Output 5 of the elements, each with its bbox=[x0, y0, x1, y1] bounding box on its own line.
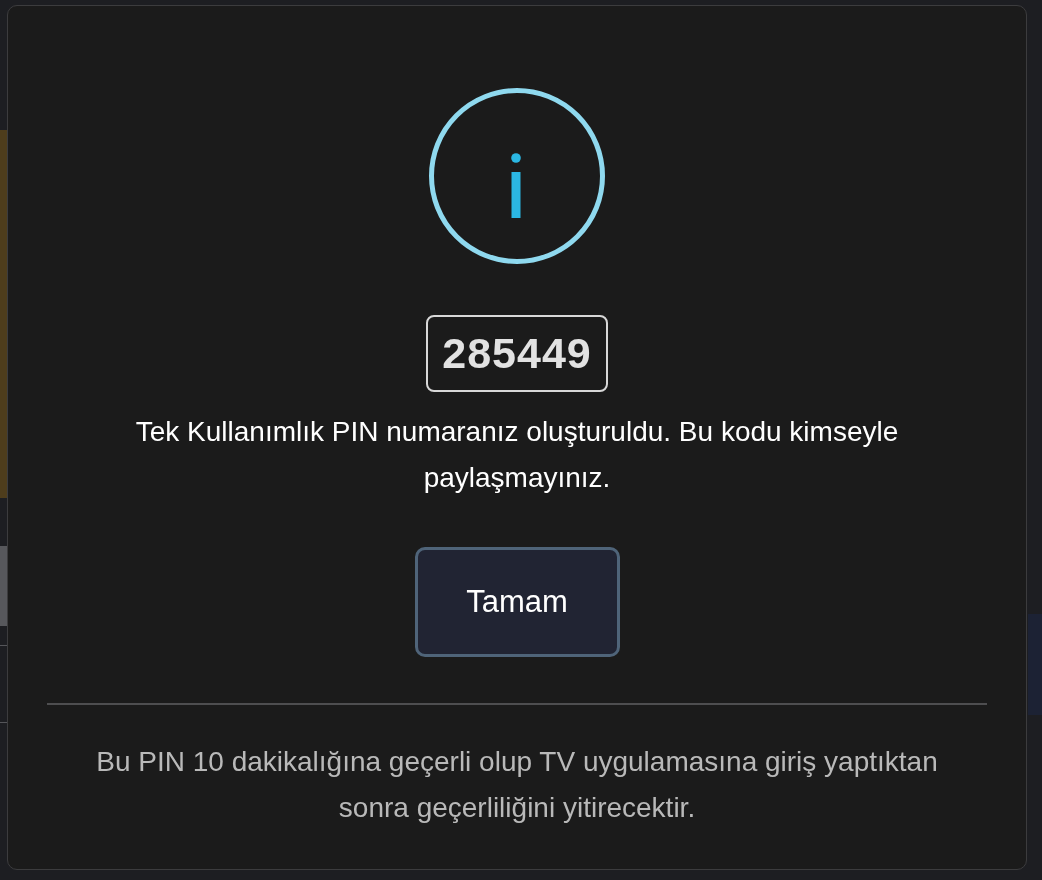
pin-code: 285449 bbox=[426, 315, 608, 392]
note-text: Bu PIN 10 dakikalığına geçerli olup TV uygulamasına giriş yaptıktan sonra geçerliliğini yitirecektir. bbox=[95, 745, 939, 825]
ok-button[interactable]: Tamam bbox=[414, 547, 620, 657]
info-icon bbox=[429, 88, 605, 264]
message-text: Tek Kullanımlık PIN numaranız oluşturuldu. Bu kodu kimseyle paylaşmayınız. bbox=[134, 415, 900, 495]
